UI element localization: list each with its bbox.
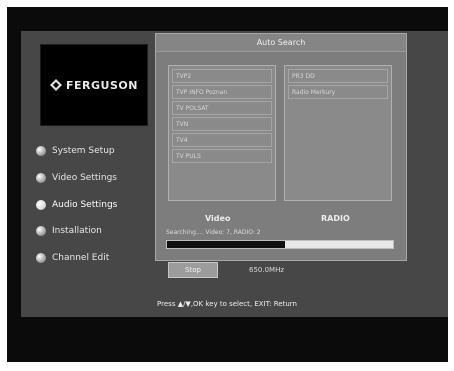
logo-text: FERGUSON (66, 78, 138, 92)
radio-column-label: RADIO (321, 214, 350, 223)
list-item[interactable]: Radio Merkury (288, 85, 388, 99)
video-channel-list[interactable]: TVP2 TVP INFO Poznan TV POLSAT TVN TV4 T… (168, 65, 276, 201)
ferguson-logo-icon (50, 79, 63, 91)
bullet-icon (36, 146, 46, 156)
list-item[interactable]: TV POLSAT (172, 101, 272, 115)
list-item[interactable]: TV4 (172, 133, 272, 147)
list-item[interactable]: TVP INFO Poznan (172, 85, 272, 99)
frequency-readout: 650.0MHz (249, 266, 285, 274)
menu-item-audio-settings[interactable]: Audio Settings (36, 197, 148, 213)
list-item[interactable]: PR3 DD (288, 69, 388, 83)
menu-item-label: Video Settings (52, 173, 117, 183)
video-column-label: Video (205, 214, 231, 223)
brand-logo: FERGUSON (41, 75, 147, 95)
menu-item-label: Channel Edit (52, 253, 110, 263)
logo-box: FERGUSON (40, 44, 148, 126)
bullet-icon (36, 200, 46, 210)
menu-item-video-settings[interactable]: Video Settings (36, 170, 148, 186)
list-item[interactable]: TVN (172, 117, 272, 131)
menu-item-channel-edit[interactable]: Channel Edit (36, 250, 148, 266)
radio-channel-list[interactable]: PR3 DD Radio Merkury (284, 65, 392, 201)
bullet-icon (36, 226, 46, 236)
list-item[interactable]: TVP2 (172, 69, 272, 83)
progress-fill (167, 241, 285, 248)
menu-item-label: System Setup (52, 146, 115, 156)
menu-item-label: Installation (52, 226, 102, 236)
list-item[interactable]: TV PULS (172, 149, 272, 163)
search-progress-bar (166, 240, 394, 249)
stop-button[interactable]: Stop (168, 262, 218, 278)
bullet-icon (36, 173, 46, 183)
auto-search-panel: Auto Search TVP2 TVP INFO Poznan TV POLS… (155, 33, 407, 278)
bullet-icon (36, 253, 46, 263)
menu-item-system-setup[interactable]: System Setup (36, 143, 148, 159)
menu-item-installation[interactable]: Installation (36, 223, 148, 239)
help-bar: Press ▲/▼,OK key to select, EXIT: Return (157, 300, 297, 308)
panel-title: Auto Search (156, 34, 406, 52)
menu-item-label: Audio Settings (52, 200, 118, 210)
search-status: Searching.... Video: 7, RADIO: 2 (166, 229, 261, 236)
